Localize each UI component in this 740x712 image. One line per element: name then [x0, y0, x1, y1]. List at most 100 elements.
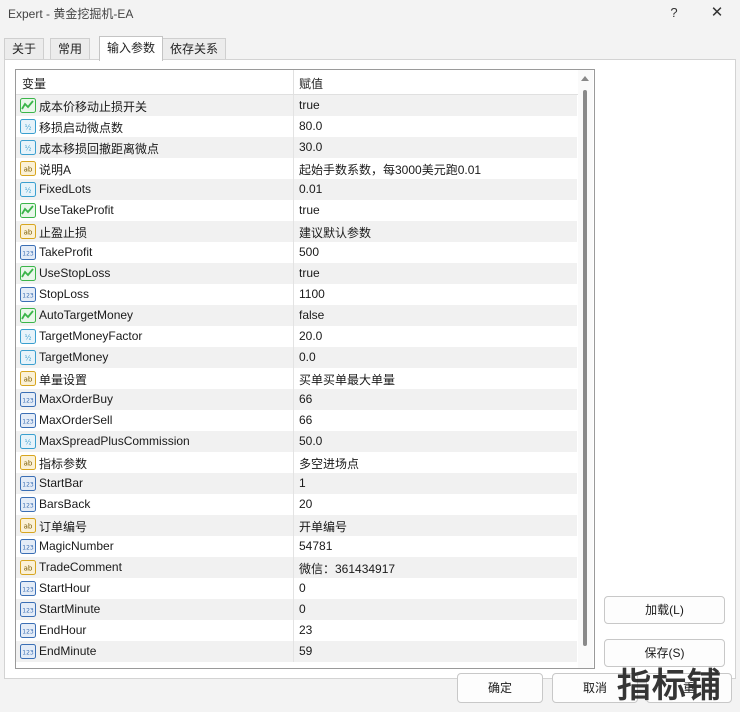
variable-cell[interactable]: 123 StartHour — [18, 578, 290, 599]
scrollbar-thumb[interactable] — [583, 90, 587, 646]
table-row[interactable]: 123 MaxOrderBuy 66 — [16, 389, 577, 410]
variable-cell[interactable]: ab 说明A — [18, 158, 290, 179]
variable-cell[interactable]: ½ TargetMoney — [18, 347, 290, 368]
value-cell[interactable]: 0 — [299, 602, 306, 616]
variable-cell[interactable]: ab 指标参数 — [18, 452, 290, 473]
table-row[interactable]: 123 MagicNumber 54781 — [16, 536, 577, 557]
double-icon: ½ — [20, 182, 36, 197]
tab-dependencies[interactable]: 依存关系 — [162, 38, 227, 59]
value-cell[interactable]: false — [299, 308, 324, 322]
table-row[interactable]: AutoTargetMoney false — [16, 305, 577, 326]
variable-cell[interactable]: ½ MaxSpreadPlusCommission — [18, 431, 290, 452]
table-row[interactable]: 123 StartBar 1 — [16, 473, 577, 494]
variable-cell[interactable]: UseTakeProfit — [18, 200, 290, 221]
int-icon: 123 — [20, 392, 36, 407]
value-cell[interactable]: 0 — [299, 581, 306, 595]
table-row[interactable]: ab 指标参数 多空进场点 — [16, 452, 577, 473]
table-row[interactable]: 123 EndHour 23 — [16, 620, 577, 641]
variable-cell[interactable]: ab 止盈止损 — [18, 221, 290, 242]
table-row[interactable]: ½ 移损启动微点数 80.0 — [16, 116, 577, 137]
table-row[interactable]: ½ TargetMoney 0.0 — [16, 347, 577, 368]
value-cell[interactable]: 20 — [299, 497, 312, 511]
variable-cell[interactable]: 123 StartBar — [18, 473, 290, 494]
tab-inputs[interactable]: 输入参数 — [99, 36, 164, 61]
value-cell[interactable]: 54781 — [299, 539, 332, 553]
value-cell[interactable]: 66 — [299, 413, 312, 427]
column-header-variable[interactable]: 变量 — [22, 75, 46, 92]
scroll-up-icon[interactable] — [581, 76, 589, 81]
value-cell[interactable]: 59 — [299, 644, 312, 658]
load-button[interactable]: 加载(L) — [604, 596, 725, 624]
tab-common[interactable]: 常用 — [50, 38, 91, 59]
value-cell[interactable]: 开单编号 — [299, 518, 347, 535]
value-cell[interactable]: true — [299, 266, 320, 280]
variable-cell[interactable]: ab TradeComment — [18, 557, 290, 578]
variable-cell[interactable]: 123 EndMinute — [18, 641, 290, 662]
value-cell[interactable]: true — [299, 98, 320, 112]
value-cell[interactable]: 1100 — [299, 287, 325, 301]
variable-cell[interactable]: 123 BarsBack — [18, 494, 290, 515]
variable-cell[interactable]: 成本价移动止损开关 — [18, 95, 290, 116]
table-row[interactable]: ½ MaxSpreadPlusCommission 50.0 — [16, 431, 577, 452]
variable-cell[interactable]: ½ 移损启动微点数 — [18, 116, 290, 137]
table-row[interactable]: ab 单量设置 买单买单最大单量 — [16, 368, 577, 389]
variable-cell[interactable]: 123 StopLoss — [18, 284, 290, 305]
value-cell[interactable]: 20.0 — [299, 329, 322, 343]
value-cell[interactable]: 30.0 — [299, 140, 322, 154]
parameters-grid[interactable]: 变量 赋值 成本价移动止损开关 true ½ 移损启动微点数 80.0 ½ 成本移损回撤距离… — [15, 69, 595, 669]
ok-button[interactable]: 确定 — [457, 673, 543, 703]
value-cell[interactable]: true — [299, 203, 320, 217]
value-cell[interactable]: 买单买单最大单量 — [299, 371, 395, 388]
variable-cell[interactable]: 123 StartMinute — [18, 599, 290, 620]
value-cell[interactable]: 80.0 — [299, 119, 322, 133]
table-row[interactable]: ½ 成本移损回撤距离微点 30.0 — [16, 137, 577, 158]
variable-cell[interactable]: ½ FixedLots — [18, 179, 290, 200]
table-row[interactable]: 123 TakeProfit 500 — [16, 242, 577, 263]
table-row[interactable]: ½ TargetMoneyFactor 20.0 — [16, 326, 577, 347]
variable-cell[interactable]: 123 MaxOrderSell — [18, 410, 290, 431]
table-row[interactable]: 123 StartMinute 0 — [16, 599, 577, 620]
value-cell[interactable]: 0.01 — [299, 182, 322, 196]
table-row[interactable]: 成本价移动止损开关 true — [16, 95, 577, 116]
save-button[interactable]: 保存(S) — [604, 639, 725, 667]
column-divider[interactable] — [293, 70, 294, 94]
variable-cell[interactable]: ½ TargetMoneyFactor — [18, 326, 290, 347]
table-row[interactable]: 123 StartHour 0 — [16, 578, 577, 599]
vertical-scrollbar[interactable] — [578, 70, 593, 668]
variable-cell[interactable]: 123 TakeProfit — [18, 242, 290, 263]
variable-cell[interactable]: UseStopLoss — [18, 263, 290, 284]
table-row[interactable]: 123 StopLoss 1100 — [16, 284, 577, 305]
value-cell[interactable]: 66 — [299, 392, 312, 406]
variable-cell[interactable]: AutoTargetMoney — [18, 305, 290, 326]
table-row[interactable]: ab 止盈止损 建议默认参数 — [16, 221, 577, 242]
value-cell[interactable]: 起始手数系数，每3000美元跑0.01 — [299, 161, 481, 178]
variable-cell[interactable]: ab 单量设置 — [18, 368, 290, 389]
value-cell[interactable]: 0.0 — [299, 350, 316, 364]
help-icon[interactable]: ? — [659, 2, 689, 24]
value-cell[interactable]: 23 — [299, 623, 312, 637]
variable-cell[interactable]: ab 订单编号 — [18, 515, 290, 536]
table-row[interactable]: 123 MaxOrderSell 66 — [16, 410, 577, 431]
table-row[interactable]: 123 EndMinute 59 — [16, 641, 577, 662]
table-row[interactable]: ab TradeComment 微信：361434917 — [16, 557, 577, 578]
table-row[interactable]: ab 订单编号 开单编号 — [16, 515, 577, 536]
table-row[interactable]: ½ FixedLots 0.01 — [16, 179, 577, 200]
column-divider — [293, 410, 294, 431]
column-header-value[interactable]: 赋值 — [299, 75, 323, 92]
value-cell[interactable]: 建议默认参数 — [299, 224, 371, 241]
value-cell[interactable]: 500 — [299, 245, 319, 259]
value-cell[interactable]: 多空进场点 — [299, 455, 359, 472]
table-row[interactable]: UseStopLoss true — [16, 263, 577, 284]
table-row[interactable]: 123 BarsBack 20 — [16, 494, 577, 515]
value-cell[interactable]: 1 — [299, 476, 306, 490]
variable-cell[interactable]: ½ 成本移损回撤距离微点 — [18, 137, 290, 158]
variable-cell[interactable]: 123 MaxOrderBuy — [18, 389, 290, 410]
close-icon[interactable]: ✕ — [702, 2, 732, 24]
variable-cell[interactable]: 123 MagicNumber — [18, 536, 290, 557]
variable-cell[interactable]: 123 EndHour — [18, 620, 290, 641]
tab-about[interactable]: 关于 — [4, 38, 45, 59]
value-cell[interactable]: 微信：361434917 — [299, 560, 395, 577]
value-cell[interactable]: 50.0 — [299, 434, 322, 448]
table-row[interactable]: ab 说明A 起始手数系数，每3000美元跑0.01 — [16, 158, 577, 179]
table-row[interactable]: UseTakeProfit true — [16, 200, 577, 221]
